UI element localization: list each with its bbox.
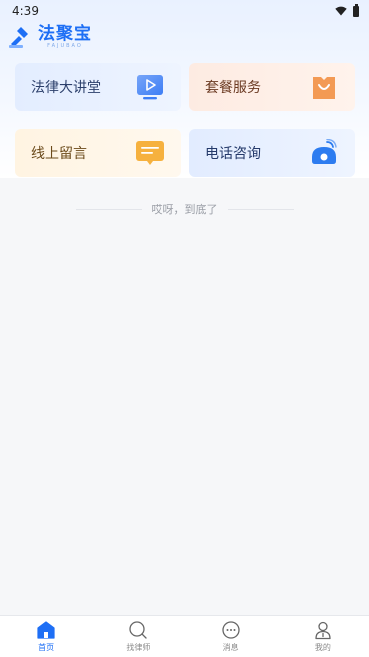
end-of-list: 哎呀，到底了 <box>0 200 369 218</box>
search-icon <box>129 621 148 639</box>
card-legal-lecture[interactable]: 法律大讲堂 <box>15 63 181 111</box>
tab-label: 找律师 <box>126 643 151 652</box>
tab-find-lawyer[interactable]: 找律师 <box>92 620 184 653</box>
status-icons <box>335 3 359 17</box>
logo-subtext: FAJUBAO <box>47 42 83 49</box>
app-logo: 法聚宝 FAJUBAO <box>8 24 92 50</box>
divider <box>75 208 142 210</box>
card-label: 电话咨询 <box>205 146 261 162</box>
logo-text: 法聚宝 <box>38 23 92 44</box>
chat-icon <box>221 621 240 639</box>
end-of-list-text: 哎呀，到底了 <box>151 203 218 216</box>
card-package-service[interactable]: 套餐服务 <box>189 63 355 111</box>
status-time: 4:39 <box>12 4 39 18</box>
card-phone-consult[interactable]: 电话咨询 <box>189 129 355 177</box>
wifi-icon <box>335 6 347 16</box>
shopping-bag-icon <box>313 77 335 99</box>
card-label: 套餐服务 <box>205 80 261 96</box>
tab-label: 消息 <box>222 643 239 652</box>
tab-profile[interactable]: 我的 <box>277 620 369 653</box>
telephone-icon <box>312 139 337 164</box>
battery-icon <box>353 3 359 17</box>
home-icon <box>37 621 55 639</box>
divider <box>227 208 294 210</box>
tab-home[interactable]: 首页 <box>0 620 92 653</box>
gavel-logo-icon <box>9 27 28 48</box>
status-bar: 4:39 <box>0 0 369 22</box>
bottom-tab-bar: 首页 找律师 消息 我的 <box>0 615 369 657</box>
user-icon <box>315 621 331 640</box>
tv-play-icon <box>137 75 163 100</box>
card-label: 法律大讲堂 <box>31 80 101 96</box>
tab-label: 首页 <box>38 643 55 652</box>
card-online-message[interactable]: 线上留言 <box>15 129 181 177</box>
tab-messages[interactable]: 消息 <box>185 620 277 653</box>
message-bubble-icon <box>136 141 164 165</box>
card-label: 线上留言 <box>31 146 87 162</box>
tab-label: 我的 <box>314 643 331 652</box>
